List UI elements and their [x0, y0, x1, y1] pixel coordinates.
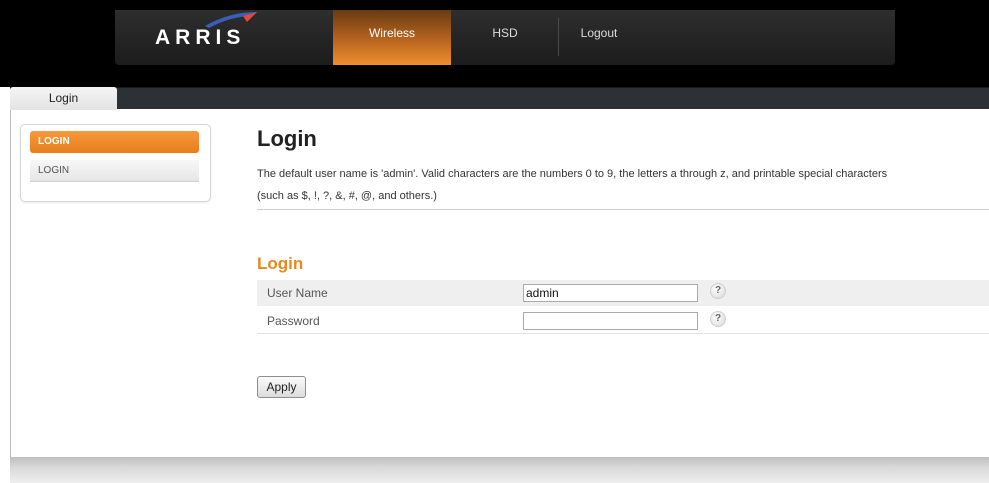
sidebar-item-login[interactable]: LOGIN	[30, 160, 199, 182]
apply-button[interactable]: Apply	[257, 376, 306, 398]
section-title: Login	[257, 254, 304, 273]
frame-border	[10, 110, 11, 465]
brand-name: ARRIS	[155, 26, 246, 49]
username-row: User Name ?	[257, 280, 989, 306]
nav-logout[interactable]: Logout	[559, 10, 639, 65]
divider	[257, 209, 989, 210]
page-title: Login	[257, 126, 317, 151]
help-icon[interactable]: ?	[710, 283, 726, 299]
username-label: User Name	[267, 286, 328, 300]
username-input[interactable]	[523, 284, 698, 302]
nav-wireless[interactable]: Wireless	[333, 10, 451, 65]
description-line-2: (such as $, !, ?, &, #, @, and others.)	[257, 190, 437, 202]
password-row: Password ?	[257, 308, 989, 334]
page-description: The default user name is 'admin'. Valid …	[257, 163, 977, 207]
sidebar-heading-login[interactable]: LOGIN	[30, 131, 199, 153]
tab-login[interactable]: Login	[10, 87, 117, 110]
help-icon[interactable]: ?	[710, 311, 726, 327]
password-input[interactable]	[523, 312, 698, 330]
arris-logo: ARRIS	[155, 12, 265, 50]
description-line-1: The default user name is 'admin'. Valid …	[257, 168, 888, 180]
tab-bar	[10, 87, 989, 109]
footer-bar	[10, 457, 989, 483]
nav-hsd[interactable]: HSD	[451, 10, 559, 65]
password-label: Password	[267, 314, 320, 328]
